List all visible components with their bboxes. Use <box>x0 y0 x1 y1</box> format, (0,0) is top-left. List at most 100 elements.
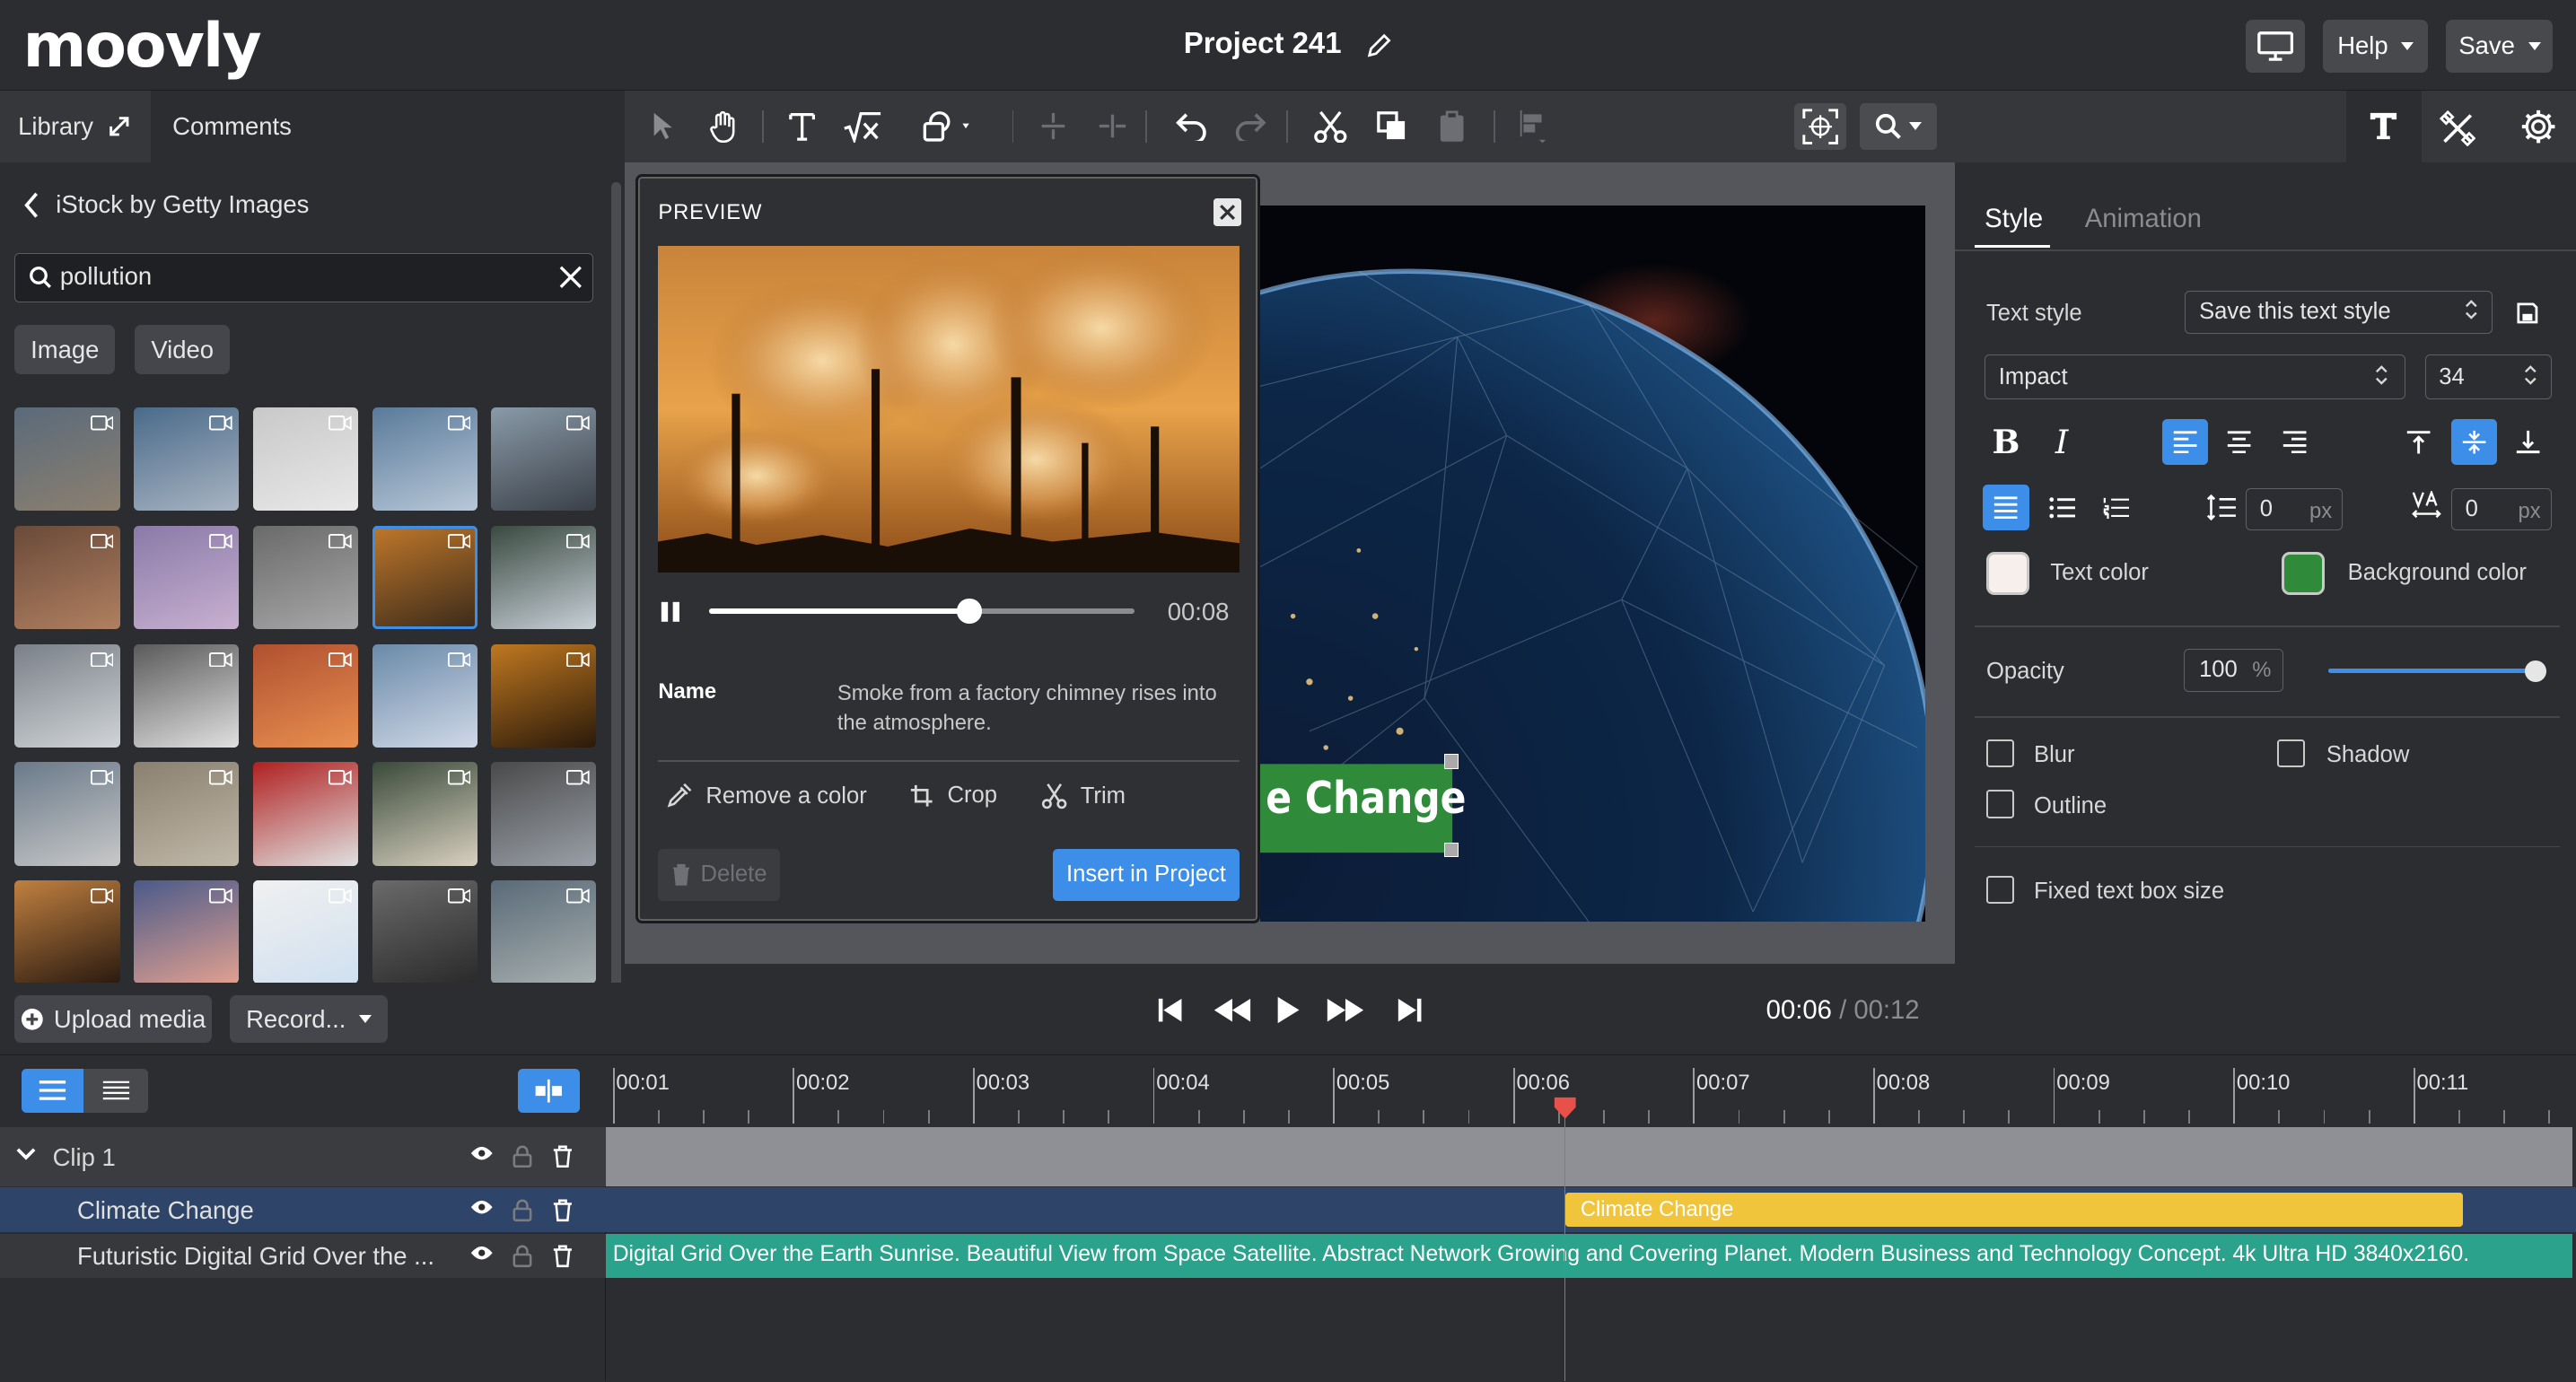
fit-to-screen-icon[interactable] <box>1793 103 1847 150</box>
media-thumbnail[interactable] <box>252 525 359 630</box>
timeline-expanded-view-button[interactable] <box>21 1068 84 1114</box>
canvas-scene[interactable]: e Change <box>1259 205 1926 922</box>
crop-button[interactable]: Crop <box>909 783 997 809</box>
climate-change-text-element[interactable]: e Change <box>1260 772 1466 847</box>
letter-spacing-field[interactable]: 0 px <box>2450 487 2552 531</box>
preview-video[interactable] <box>658 245 1240 573</box>
chevron-down-icon[interactable] <box>16 1148 36 1161</box>
trash-icon[interactable] <box>552 1199 574 1222</box>
distribute-vertical-icon[interactable] <box>1025 91 1081 163</box>
media-thumbnail[interactable] <box>252 762 359 866</box>
media-thumbnail[interactable] <box>491 643 597 748</box>
media-thumbnail[interactable] <box>491 407 597 512</box>
background-color-swatch[interactable] <box>2282 552 2325 595</box>
media-thumbnail[interactable] <box>252 880 359 983</box>
font-size-field[interactable]: 34 <box>2424 354 2552 399</box>
lock-icon[interactable] <box>513 1145 532 1168</box>
pause-icon[interactable] <box>660 600 683 624</box>
trash-icon[interactable] <box>552 1145 574 1168</box>
insert-in-project-button[interactable]: Insert in Project <box>1052 848 1240 902</box>
lock-icon[interactable] <box>513 1199 532 1222</box>
clear-search-icon[interactable] <box>559 266 583 289</box>
media-thumbnail[interactable] <box>491 762 597 866</box>
list-none-button[interactable] <box>1983 484 2029 531</box>
media-thumbnail[interactable] <box>372 643 478 748</box>
filter-image-button[interactable]: Image <box>14 325 116 375</box>
media-thumbnail[interactable] <box>14 880 120 983</box>
eye-icon[interactable] <box>469 1245 494 1261</box>
media-thumbnail[interactable] <box>134 762 240 866</box>
climate-change-bar[interactable]: Climate Change <box>1565 1192 2463 1228</box>
preview-scrubber[interactable] <box>709 599 1135 624</box>
project-title-text[interactable]: Project 241 <box>1184 26 1342 59</box>
bullet-list-button[interactable] <box>2039 485 2085 530</box>
tab-animation[interactable]: Animation <box>2085 204 2202 234</box>
media-thumbnail[interactable] <box>134 407 240 512</box>
align-right-button[interactable] <box>2272 419 2318 465</box>
edit-pencil-icon[interactable] <box>1366 32 1392 58</box>
filter-video-button[interactable]: Video <box>135 325 231 375</box>
align-center-button[interactable] <box>2216 419 2262 465</box>
opacity-slider-handle[interactable] <box>2525 660 2547 682</box>
media-thumbnail[interactable] <box>252 407 359 512</box>
expand-icon[interactable] <box>108 115 131 138</box>
settings-gear-icon[interactable] <box>2520 109 2556 144</box>
distribute-horizontal-icon[interactable] <box>1084 91 1140 163</box>
opacity-slider[interactable] <box>2327 660 2547 682</box>
font-select[interactable]: Impact <box>1985 354 2405 399</box>
delete-button[interactable]: Delete <box>658 848 780 902</box>
media-thumbnail[interactable] <box>491 880 597 983</box>
tab-library[interactable]: Library <box>0 90 152 163</box>
digital-grid-bar[interactable]: Digital Grid Over the Earth Sunrise. Bea… <box>606 1233 2573 1279</box>
skip-to-end-icon[interactable] <box>1397 997 1423 1023</box>
valign-top-button[interactable] <box>2396 419 2441 465</box>
media-thumbnail[interactable] <box>14 643 120 748</box>
trash-icon[interactable] <box>552 1245 574 1268</box>
tab-style[interactable]: Style <box>1985 204 2043 234</box>
playhead-handle[interactable] <box>1553 1096 1577 1120</box>
align-menu-icon[interactable] <box>1505 91 1561 163</box>
media-thumbnail[interactable] <box>372 880 478 983</box>
formula-tool-icon[interactable] <box>835 91 890 163</box>
hand-tool-icon[interactable] <box>695 91 750 163</box>
eye-icon[interactable] <box>469 1199 494 1215</box>
snap-toggle-button[interactable] <box>517 1068 581 1114</box>
clip-bar[interactable] <box>606 1126 2573 1186</box>
opacity-field[interactable]: 100 % <box>2183 649 2284 692</box>
select-tool-icon[interactable] <box>635 91 690 163</box>
fast-forward-icon[interactable] <box>1326 997 1365 1023</box>
valign-bottom-button[interactable] <box>2505 419 2551 465</box>
presentation-mode-button[interactable] <box>2246 19 2306 73</box>
rewind-icon[interactable] <box>1213 997 1252 1023</box>
text-tool-icon[interactable] <box>774 91 829 163</box>
media-thumbnail[interactable] <box>491 525 597 630</box>
align-left-button[interactable] <box>2161 418 2209 465</box>
text-color-swatch[interactable] <box>1985 552 2029 595</box>
valign-middle-button[interactable] <box>2450 418 2498 465</box>
italic-button[interactable]: I <box>2039 419 2085 465</box>
redo-icon[interactable] <box>1222 91 1278 163</box>
zoom-menu-button[interactable] <box>1860 103 1938 150</box>
media-thumbnail[interactable] <box>14 525 120 630</box>
media-thumbnail[interactable] <box>372 762 478 866</box>
trim-button[interactable]: Trim <box>1041 783 1126 809</box>
outline-checkbox[interactable] <box>1985 790 2015 818</box>
record-button[interactable]: Record... <box>230 995 388 1044</box>
media-thumbnail[interactable] <box>134 880 240 983</box>
media-thumbnail[interactable] <box>134 525 240 630</box>
text-style-select[interactable]: Save this text style <box>2185 290 2493 334</box>
preview-scrubber-handle[interactable] <box>957 599 982 624</box>
tab-comments[interactable]: Comments <box>151 90 625 163</box>
copy-icon[interactable] <box>1363 91 1419 163</box>
search-field[interactable]: pollution <box>14 252 593 302</box>
shadow-checkbox[interactable] <box>2276 739 2306 767</box>
timeline-ruler[interactable]: 00:01 00:02 00:03 00:04 00:05 00:06 00:07 00:08… <box>606 1054 2576 1127</box>
line-spacing-field[interactable]: 0 px <box>2246 487 2344 531</box>
cut-icon[interactable] <box>1303 91 1359 163</box>
text-properties-tab[interactable] <box>2345 90 2422 163</box>
fixed-box-checkbox[interactable] <box>1985 875 2015 904</box>
back-to-sources[interactable]: iStock by Getty Images <box>23 190 309 219</box>
help-button[interactable]: Help <box>2323 19 2429 73</box>
resize-handle[interactable] <box>1443 842 1459 858</box>
media-thumbnail[interactable] <box>134 643 240 748</box>
